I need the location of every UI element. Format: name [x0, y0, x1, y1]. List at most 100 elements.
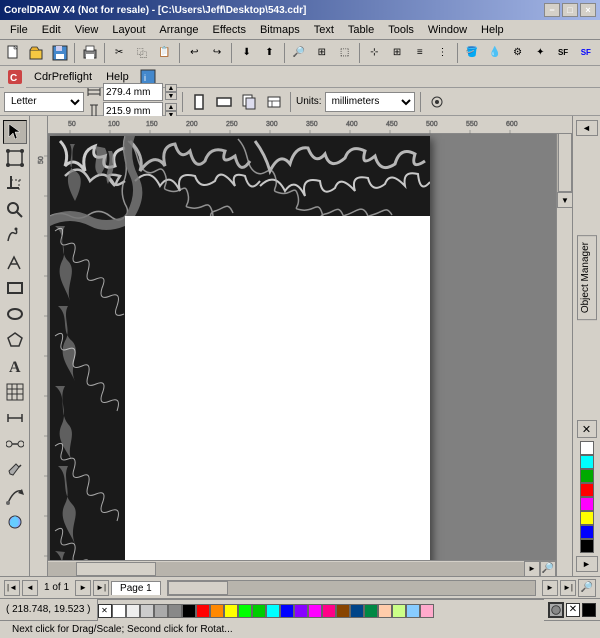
palette-black[interactable]: [182, 604, 196, 618]
prev-page-button[interactable]: ◄: [22, 580, 38, 596]
palette-purple[interactable]: [294, 604, 308, 618]
palette-magenta[interactable]: [308, 604, 322, 618]
panel-nav-down[interactable]: ►: [576, 556, 598, 572]
minimize-button[interactable]: −: [544, 3, 560, 17]
maximize-button[interactable]: □: [562, 3, 578, 17]
menu-text[interactable]: Text: [308, 22, 340, 38]
effects-button[interactable]: ✦: [530, 42, 551, 64]
palette-ltgray[interactable]: [126, 604, 140, 618]
palette-teal[interactable]: [364, 604, 378, 618]
page-1-tab[interactable]: Page 1: [111, 581, 161, 595]
fill-tool[interactable]: 🪣: [462, 42, 483, 64]
palette-silver[interactable]: [140, 604, 154, 618]
menu-bitmaps[interactable]: Bitmaps: [254, 22, 306, 38]
palette-red[interactable]: [196, 604, 210, 618]
shape-tool[interactable]: [3, 146, 27, 170]
menu-effects[interactable]: Effects: [207, 22, 252, 38]
export-button[interactable]: ⬆: [259, 42, 280, 64]
palette-ltblue[interactable]: [406, 604, 420, 618]
palette-brown[interactable]: [336, 604, 350, 618]
landscape-button[interactable]: [213, 91, 235, 113]
page-scroll-right[interactable]: ►: [542, 580, 558, 596]
swatch-red[interactable]: [580, 483, 594, 497]
table-tool[interactable]: [3, 380, 27, 404]
hscroll-thumb[interactable]: [76, 562, 156, 576]
palette-ltgreen[interactable]: [392, 604, 406, 618]
dropper-icon[interactable]: [548, 602, 564, 618]
preflight-icon[interactable]: C: [4, 66, 26, 88]
palette-lime[interactable]: [238, 604, 252, 618]
object-manager-tab[interactable]: Object Manager: [577, 235, 597, 320]
scroll-down-button[interactable]: ▼: [557, 192, 572, 208]
palette-white[interactable]: [112, 604, 126, 618]
width-down[interactable]: ▼: [165, 92, 177, 100]
undo-button[interactable]: ↩: [184, 42, 205, 64]
palette-ltpink[interactable]: [420, 604, 434, 618]
polygon-tool[interactable]: [3, 328, 27, 352]
connector-tool[interactable]: [3, 432, 27, 456]
copy-button[interactable]: ⿻: [132, 42, 153, 64]
zoom-all-button[interactable]: 🔎: [540, 561, 556, 577]
swatch-magenta[interactable]: [580, 497, 594, 511]
parallel-dim-tool[interactable]: [3, 406, 27, 430]
palette-blue[interactable]: [280, 604, 294, 618]
panel-nav-up[interactable]: ◄: [576, 120, 598, 136]
options-button[interactable]: ⚙: [507, 42, 528, 64]
align-button[interactable]: ≡: [409, 42, 430, 64]
import-button[interactable]: ⬇: [236, 42, 257, 64]
panel-close-button[interactable]: ✕: [577, 420, 597, 438]
first-page-button[interactable]: |◄: [4, 580, 20, 596]
swatch-green[interactable]: [580, 469, 594, 483]
view2-button[interactable]: ⬚: [334, 42, 355, 64]
swatch-black[interactable]: [580, 539, 594, 553]
save-button[interactable]: [49, 42, 70, 64]
swatch-white[interactable]: [580, 441, 594, 455]
new-button[interactable]: [4, 42, 25, 64]
menu-window[interactable]: Window: [422, 22, 473, 38]
page-size-dropdown[interactable]: Letter A4 Legal: [4, 92, 84, 112]
palette-gray[interactable]: [154, 604, 168, 618]
eyedrop-tool[interactable]: 💧: [485, 42, 506, 64]
interactive-fill-tool[interactable]: [3, 484, 27, 508]
snap2-button[interactable]: ⊞: [387, 42, 408, 64]
eyedropper-tool[interactable]: [3, 458, 27, 482]
cut-button[interactable]: ✂: [109, 42, 130, 64]
zoom-select[interactable]: 🔎: [289, 42, 310, 64]
menu-arrange[interactable]: Arrange: [153, 22, 204, 38]
close-button[interactable]: ×: [580, 3, 596, 17]
units-dropdown[interactable]: millimeters inches pixels: [325, 92, 415, 112]
palette-dkgray[interactable]: [168, 604, 182, 618]
palette-peach[interactable]: [378, 604, 392, 618]
page-view-button[interactable]: [238, 91, 260, 113]
open-button[interactable]: [27, 42, 48, 64]
redo-button[interactable]: ↪: [207, 42, 228, 64]
rectangle-tool[interactable]: [3, 276, 27, 300]
select-tool[interactable]: [3, 120, 27, 144]
text-tool[interactable]: A: [3, 354, 27, 378]
page-settings-button[interactable]: [263, 91, 285, 113]
next-page-button[interactable]: ►: [75, 580, 91, 596]
view-button[interactable]: ⊞: [312, 42, 333, 64]
width-up[interactable]: ▲: [165, 84, 177, 92]
swatch-blue[interactable]: [580, 525, 594, 539]
zoom-tool[interactable]: [3, 198, 27, 222]
fill-color-indicator[interactable]: [582, 603, 596, 617]
portrait-button[interactable]: [188, 91, 210, 113]
swatch-yellow[interactable]: [580, 511, 594, 525]
menu-file[interactable]: File: [4, 22, 34, 38]
freehand-tool[interactable]: [3, 224, 27, 248]
scroll-right-button[interactable]: ►: [524, 561, 540, 577]
fill-none-indicator[interactable]: ✕: [566, 603, 580, 617]
paste-button[interactable]: 📋: [154, 42, 175, 64]
palette-pink[interactable]: [322, 604, 336, 618]
ellipse-tool[interactable]: [3, 302, 27, 326]
zoom-button[interactable]: 🔎: [578, 579, 596, 597]
smart-fill-tool[interactable]: [3, 510, 27, 534]
page-hscroll-thumb[interactable]: [168, 581, 228, 595]
sf-button[interactable]: SF: [553, 42, 574, 64]
smart-draw-tool[interactable]: [3, 250, 27, 274]
menu-edit[interactable]: Edit: [36, 22, 67, 38]
menu-tools[interactable]: Tools: [382, 22, 420, 38]
menu-view[interactable]: View: [69, 22, 105, 38]
menu-layout[interactable]: Layout: [106, 22, 151, 38]
